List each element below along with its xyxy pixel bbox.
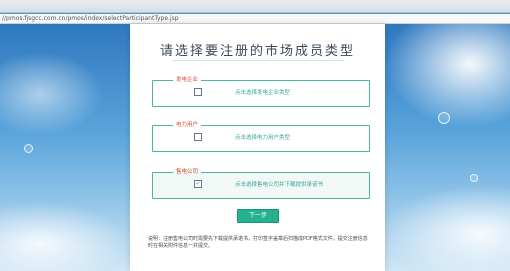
title-divider bbox=[172, 60, 344, 61]
page-title: 请选择要注册的市场成员类型 bbox=[159, 44, 355, 59]
registration-panel: 请选择要注册的市场成员类型 发电企业 点击选择发电企业类型 电力用户 点击选择电… bbox=[130, 24, 385, 271]
power-generation-option-label[interactable]: 点击选择发电企业类型 bbox=[235, 89, 290, 97]
retail-company-checkbox[interactable]: ✓ bbox=[194, 180, 202, 188]
address-bar[interactable]: //pmos.fjsgcc.com.cn/pmos/index/selectPa… bbox=[0, 14, 510, 24]
group-retail-company: 售电公司 ✓ 点击选择售电公司并下载提供承诺书 bbox=[152, 168, 370, 199]
retail-company-option-label[interactable]: 点击选择售电公司并下载提供承诺书 bbox=[235, 181, 323, 189]
decorative-bubble bbox=[438, 112, 450, 124]
power-user-checkbox[interactable] bbox=[194, 133, 202, 141]
url-text: //pmos.fjsgcc.com.cn/pmos/index/selectPa… bbox=[2, 15, 179, 22]
group-power-generation: 发电企业 点击选择发电企业类型 bbox=[152, 76, 370, 107]
decorative-bubble bbox=[470, 174, 478, 182]
group-power-user: 电力用户 点击选择电力用户类型 bbox=[152, 121, 370, 152]
next-step-button[interactable]: 下一步 bbox=[237, 209, 279, 223]
decorative-bubble bbox=[24, 144, 33, 153]
browser-tab-bar bbox=[0, 0, 510, 13]
power-generation-checkbox[interactable] bbox=[194, 88, 202, 96]
power-user-option-label[interactable]: 点击选择电力用户类型 bbox=[235, 134, 290, 142]
group-legend: 电力用户 bbox=[173, 121, 202, 129]
group-legend: 售电公司 bbox=[173, 168, 202, 176]
group-legend: 发电企业 bbox=[173, 76, 202, 84]
registration-note: 说明：注册售电公司时需要先下载提供承诺书，打印签字盖章后扫描成PDF格式文件，提… bbox=[148, 236, 368, 249]
